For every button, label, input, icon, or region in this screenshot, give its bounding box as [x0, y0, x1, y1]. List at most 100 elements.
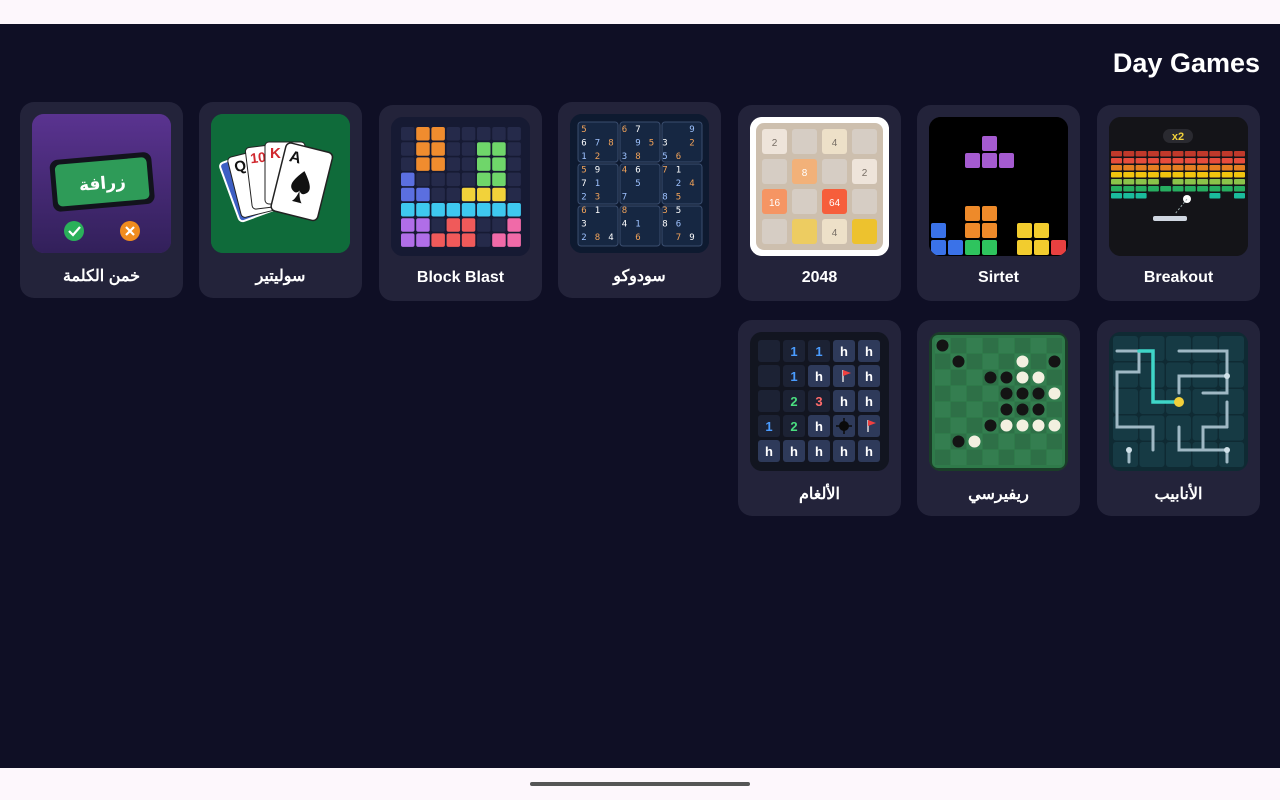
svg-text:6: 6	[635, 166, 640, 176]
svg-text:K: K	[270, 145, 281, 162]
guess-word-icon: زرافة	[32, 114, 171, 253]
svg-text:h: h	[815, 369, 823, 384]
svg-text:3: 3	[662, 206, 667, 216]
game-title: ريفيرسي	[968, 486, 1029, 503]
page-title: Day Games	[1112, 48, 1260, 78]
svg-text:7: 7	[581, 179, 586, 189]
svg-text:2: 2	[689, 139, 694, 149]
svg-text:4: 4	[622, 166, 627, 176]
svg-text:6: 6	[676, 220, 681, 230]
svg-text:3: 3	[622, 152, 627, 162]
svg-text:6: 6	[581, 139, 586, 149]
svg-text:1: 1	[581, 152, 586, 162]
svg-text:5: 5	[649, 139, 654, 149]
game-title: Breakout	[1143, 269, 1214, 286]
game-card-reversi[interactable]: ريفيرسي	[917, 320, 1080, 516]
svg-text:1: 1	[595, 179, 600, 189]
svg-text:h: h	[840, 444, 848, 459]
game-card-block-blast[interactable]: Block Blast	[379, 105, 542, 301]
game-title: Block Blast	[416, 269, 505, 286]
block-blast-icon	[391, 117, 530, 256]
navigation-bar	[0, 768, 1280, 800]
game-title: خمن الكلمة	[62, 268, 141, 285]
svg-text:h: h	[815, 444, 823, 459]
svg-text:8: 8	[622, 206, 627, 216]
breakout-icon: x2	[1109, 117, 1248, 256]
game-card-guess-word[interactable]: زرافة خمن الكلمة	[20, 102, 183, 298]
svg-text:1: 1	[790, 344, 797, 359]
game-card-minesweeper[interactable]: 11hh1hh23hh12hhhhhh الألغام	[738, 320, 901, 516]
svg-text:2: 2	[790, 394, 797, 409]
game-card-2048[interactable]: 2 4 8 2 16 64 4 2048	[738, 105, 901, 301]
svg-text:2: 2	[581, 233, 586, 243]
game-title: 2048	[801, 269, 838, 286]
svg-text:6: 6	[581, 206, 586, 216]
svg-text:2: 2	[790, 419, 797, 434]
game-card-solitaire[interactable]: Q 10 K A سوليتير	[199, 102, 362, 298]
svg-text:1: 1	[635, 220, 640, 230]
svg-text:8: 8	[595, 233, 600, 243]
game-card-sirtet[interactable]: Sirtet	[917, 105, 1080, 301]
game-title: Sirtet	[978, 269, 1019, 286]
svg-text:4: 4	[832, 138, 838, 149]
svg-text:h: h	[840, 344, 848, 359]
svg-text:6: 6	[676, 152, 681, 162]
game-card-pipes[interactable]: الأنابيب	[1097, 320, 1260, 516]
game-title: سوليتير	[255, 268, 306, 285]
svg-text:h: h	[840, 394, 848, 409]
svg-text:4: 4	[608, 233, 613, 243]
home-handle[interactable]	[530, 782, 750, 786]
svg-text:6: 6	[635, 233, 640, 243]
svg-text:5: 5	[676, 193, 681, 203]
reversi-icon	[929, 332, 1068, 471]
svg-text:3: 3	[581, 220, 586, 230]
2048-icon: 2 4 8 2 16 64 4	[750, 117, 889, 256]
svg-text:3: 3	[662, 139, 667, 149]
svg-text:1: 1	[815, 344, 822, 359]
svg-text:h: h	[865, 444, 873, 459]
svg-text:4: 4	[832, 228, 838, 239]
svg-text:زرافة: زرافة	[78, 172, 126, 196]
svg-text:1: 1	[676, 166, 681, 176]
minesweeper-icon: 11hh1hh23hh12hhhhhh	[750, 332, 889, 471]
svg-text:10: 10	[249, 149, 267, 167]
games-screen: Day Games x2 Breakout Sirtet 2 4 8 2 16 …	[0, 24, 1280, 768]
game-title: الأنابيب	[1154, 486, 1203, 503]
status-bar	[0, 0, 1280, 24]
svg-text:1: 1	[765, 419, 772, 434]
svg-text:9: 9	[689, 125, 694, 135]
game-card-sudoku[interactable]: 5679678953212385659467171524237856183534…	[558, 102, 721, 298]
svg-text:8: 8	[802, 168, 808, 179]
svg-text:7: 7	[622, 193, 627, 203]
svg-text:2: 2	[862, 168, 868, 179]
svg-text:2: 2	[581, 193, 586, 203]
svg-text:4: 4	[689, 179, 694, 189]
svg-text:8: 8	[662, 193, 667, 203]
svg-text:7: 7	[662, 166, 667, 176]
game-title: الألغام	[799, 486, 840, 503]
svg-text:h: h	[765, 444, 773, 459]
game-card-breakout[interactable]: x2 Breakout	[1097, 105, 1260, 301]
svg-text:3: 3	[595, 193, 600, 203]
svg-text:h: h	[865, 344, 873, 359]
svg-text:x2: x2	[1172, 131, 1184, 143]
solitaire-icon: Q 10 K A	[211, 114, 350, 253]
svg-text:7: 7	[676, 233, 681, 243]
game-title: سودوكو	[613, 268, 666, 285]
svg-text:5: 5	[676, 206, 681, 216]
svg-text:2: 2	[676, 179, 681, 189]
svg-text:h: h	[815, 419, 823, 434]
svg-text:5: 5	[581, 125, 586, 135]
svg-text:9: 9	[635, 139, 640, 149]
svg-text:h: h	[865, 369, 873, 384]
svg-text:1: 1	[595, 206, 600, 216]
svg-text:6: 6	[622, 125, 627, 135]
svg-text:64: 64	[829, 198, 841, 209]
svg-text:7: 7	[635, 125, 640, 135]
svg-text:7: 7	[595, 139, 600, 149]
sirtet-icon	[929, 117, 1068, 256]
svg-text:4: 4	[622, 220, 627, 230]
svg-text:9: 9	[595, 166, 600, 176]
svg-text:8: 8	[608, 139, 613, 149]
svg-text:8: 8	[635, 152, 640, 162]
